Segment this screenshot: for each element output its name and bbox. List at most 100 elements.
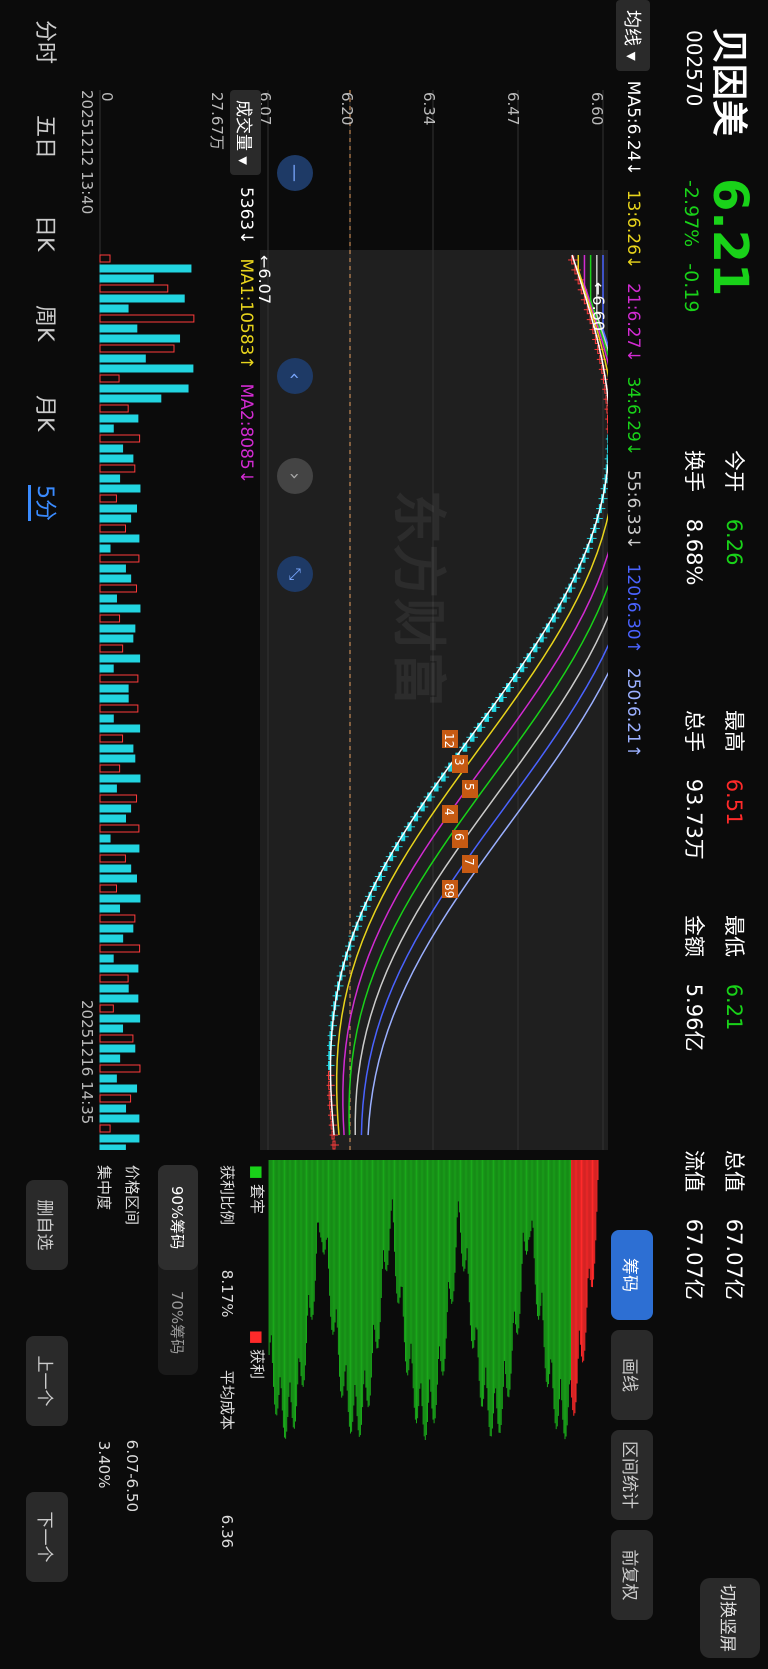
period-tabs: 分时 五日 日K 周K 月K 5分 (13, 20, 63, 620)
volume-bar (99, 814, 127, 823)
shrink-icon[interactable]: ⤡ (277, 556, 313, 592)
volume-bar (99, 1034, 134, 1043)
volume-bar (99, 744, 134, 753)
tab-intraday[interactable]: 分时 (31, 20, 63, 64)
volume-bar (99, 454, 134, 463)
ma-value-6: 250:6.21↑ (623, 667, 643, 759)
volume-bar (99, 284, 169, 293)
tab-monthly[interactable]: 月K (31, 395, 63, 431)
volume-bar (99, 924, 134, 933)
stat-label: 总值 (722, 1150, 746, 1192)
volume-bar (99, 734, 124, 743)
volume-bar (99, 584, 137, 593)
volume-bar (99, 824, 140, 833)
range-stats-tab[interactable]: 区间统计 (611, 1430, 653, 1520)
seg-70[interactable]: 70%筹码 (158, 1270, 198, 1375)
volume-bar (99, 324, 138, 333)
chip-segment: 90%筹码 70%筹码 (158, 1165, 198, 1375)
volume-bar (99, 384, 189, 393)
chip-info: ■ 套牢 ■ 获利 获利比例 8.17% 平均成本 6.36 90%筹码 70%… (95, 1165, 266, 1549)
volume-bar (99, 794, 138, 803)
volume-bar (99, 974, 129, 983)
remove-watchlist-button[interactable]: 删自选 (26, 1180, 68, 1270)
volume-bar (99, 364, 194, 373)
range-value: 6.07-6.50 (123, 1439, 141, 1513)
volume-bar (99, 834, 111, 843)
legend-loss: 套牢 (248, 1183, 266, 1214)
price-axis-label: 6.47 (504, 92, 522, 126)
volume-bar (99, 684, 129, 693)
volume-bar (99, 804, 132, 813)
conc-value: 3.40% (95, 1440, 113, 1489)
adjust-tab[interactable]: 前复权 (611, 1530, 653, 1620)
stat-label: 换手 (682, 450, 706, 492)
volume-bar (99, 314, 195, 323)
change-percent: -2.97% (680, 180, 702, 248)
volume-bar (99, 514, 132, 523)
seg-90[interactable]: 90%筹码 (158, 1165, 198, 1270)
volume-bar (99, 774, 141, 783)
volume-bar (99, 904, 121, 913)
volume-bar (99, 984, 129, 993)
volume-bar (99, 604, 141, 613)
volume-bar (99, 594, 117, 603)
chevron-left-icon[interactable]: ‹ (277, 358, 313, 394)
volume-bar (99, 954, 114, 963)
tab-daily[interactable]: 日K (31, 215, 63, 251)
stat-value: 5.96亿 (682, 983, 706, 1052)
stat-label: 最低 (722, 915, 746, 957)
chevron-right-icon[interactable]: › (277, 458, 313, 494)
volume-bar (99, 264, 192, 273)
avg-cost-label: 平均成本 (218, 1370, 236, 1431)
volume-bar (99, 424, 114, 433)
volume-bar (99, 344, 175, 353)
volume-bar (99, 964, 139, 973)
volume-legend: 成交量 ▾ 5363↓ MA1:10583↑ MA2:8085↓ (229, 90, 263, 790)
volume-bar (99, 1074, 117, 1083)
tab-5min[interactable]: 5分 (28, 485, 63, 521)
high-annotation: ←6.60 (589, 282, 608, 332)
switch-portrait-button[interactable]: 切换竖屏 (700, 1578, 760, 1658)
volume-bar (99, 994, 139, 1003)
stat-value: 67.07亿 (722, 1218, 746, 1300)
ma-values: MA5:6.24↓ 13:6.26↓ 21:6.27↓ 34:6.29↓ 55:6.33… (623, 81, 643, 772)
volume-bar (99, 694, 129, 703)
price-axis-label: 6.34 (420, 92, 438, 126)
signal-badge-text: 89 (442, 883, 456, 898)
legend-profit: 获利 (248, 1348, 266, 1379)
volume-bar (99, 934, 124, 943)
stat-label: 金额 (682, 915, 706, 957)
stock-name: 贝因美 (708, 28, 749, 137)
volume-bar (99, 854, 126, 863)
volume-bar (99, 844, 140, 853)
stat-label: 总手 (682, 710, 706, 752)
previous-button[interactable]: 上一个 (26, 1336, 68, 1426)
volume-bar (99, 624, 136, 633)
tab-weekly[interactable]: 周K (31, 305, 63, 341)
volume-bar (99, 1144, 126, 1150)
tab-five-day[interactable]: 五日 (31, 115, 63, 159)
stat-label: 最高 (722, 710, 746, 752)
ma-selector[interactable]: 均线 ▾ (616, 0, 650, 71)
ma-value-4: 55:6.33↓ (623, 470, 643, 550)
volume-bar (99, 634, 134, 643)
volume-bar (99, 444, 124, 453)
bottom-actions: 删自选 上一个 下一个 (18, 1180, 68, 1660)
volume-chart[interactable] (98, 90, 228, 1150)
chip-tab[interactable]: 筹码 (611, 1230, 653, 1320)
collapse-icon[interactable]: — (277, 155, 313, 191)
volume-bar (99, 714, 114, 723)
volume-selector[interactable]: 成交量 ▾ (230, 90, 262, 175)
next-button[interactable]: 下一个 (26, 1492, 68, 1582)
stat-label: 流值 (682, 1150, 706, 1192)
vol-value-0: 5363↓ (236, 186, 256, 245)
stat-value: 93.73万 (682, 778, 706, 860)
volume-bar (99, 354, 146, 363)
stat-value: 6.26 (722, 518, 746, 566)
draw-line-tab[interactable]: 画线 (611, 1330, 653, 1420)
date-end: 20251216 14:35 (78, 1000, 96, 1125)
volume-bar (99, 654, 141, 663)
volume-values: 5363↓ MA1:10583↑ MA2:8085↓ (236, 187, 256, 498)
current-price: 6.21 (702, 178, 758, 297)
volume-bar (99, 1014, 141, 1023)
